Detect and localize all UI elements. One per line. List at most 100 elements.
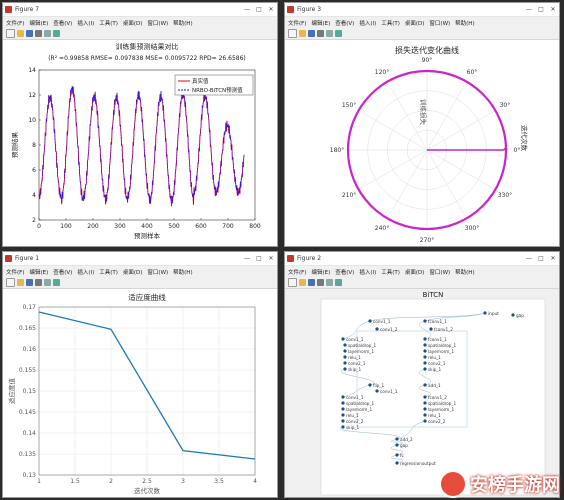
polar-grid-spoke xyxy=(426,110,496,151)
chart-title: 训练集预测结果对比 xyxy=(116,42,179,51)
minimize-button[interactable]: — xyxy=(241,6,253,13)
menu-desktop[interactable]: 桌面(D) xyxy=(123,19,143,27)
minimize-button[interactable]: — xyxy=(523,6,535,13)
insert-legend-icon[interactable] xyxy=(335,279,342,286)
diagram-node-label: spatialdrop_1 xyxy=(346,401,375,406)
menu-desktop[interactable]: 桌面(D) xyxy=(123,268,143,276)
diagram-node xyxy=(341,413,345,417)
y-tick-label: 8 xyxy=(32,142,36,149)
maximize-button[interactable]: □ xyxy=(535,255,547,262)
close-button[interactable]: ✕ xyxy=(547,255,559,262)
x-tick-label: 400 xyxy=(141,223,153,230)
diagram-node xyxy=(341,407,345,411)
minimize-button[interactable]: — xyxy=(241,255,253,262)
save-icon[interactable] xyxy=(26,279,33,286)
menu-file[interactable]: 文件(F) xyxy=(6,268,24,276)
menu-view[interactable]: 查看(V) xyxy=(53,19,72,27)
diagram-node-label: relu_1 xyxy=(428,413,441,418)
insert-legend-icon[interactable] xyxy=(53,30,60,37)
figure-3-toolbar xyxy=(285,28,559,40)
menu-view[interactable]: 查看(V) xyxy=(53,268,72,276)
matlab-icon xyxy=(287,255,294,262)
close-button[interactable]: ✕ xyxy=(547,6,559,13)
minimize-button[interactable]: — xyxy=(523,255,535,262)
menu-tools[interactable]: 工具(T) xyxy=(381,19,400,27)
angle-tick-label: 60° xyxy=(467,69,478,76)
save-icon[interactable] xyxy=(308,30,315,37)
menu-insert[interactable]: 插入(I) xyxy=(359,268,376,276)
menu-view[interactable]: 查看(V) xyxy=(335,19,354,27)
menu-window[interactable]: 窗口(W) xyxy=(429,268,450,276)
close-button[interactable]: ✕ xyxy=(265,255,277,262)
diagram-node-label: layernorm_1 xyxy=(348,349,374,354)
menu-file[interactable]: 文件(F) xyxy=(288,268,306,276)
menu-window[interactable]: 窗口(W) xyxy=(147,19,168,27)
figure-2-toolbar xyxy=(285,277,559,289)
diagram-node-label: relu_1 xyxy=(428,355,441,360)
menu-help[interactable]: 帮助(H) xyxy=(455,19,474,27)
menu-help[interactable]: 帮助(H) xyxy=(455,268,474,276)
link-icon[interactable] xyxy=(44,279,51,286)
new-figure-icon[interactable] xyxy=(288,29,297,38)
maximize-button[interactable]: □ xyxy=(253,255,265,262)
maximize-button[interactable]: □ xyxy=(535,6,547,13)
menu-window[interactable]: 窗口(W) xyxy=(429,19,450,27)
insert-legend-icon[interactable] xyxy=(335,30,342,37)
menu-view[interactable]: 查看(V) xyxy=(335,268,354,276)
menu-insert[interactable]: 插入(I) xyxy=(77,268,94,276)
new-figure-icon[interactable] xyxy=(288,278,297,287)
menu-edit[interactable]: 编辑(E) xyxy=(311,19,330,27)
new-figure-icon[interactable] xyxy=(6,278,15,287)
open-icon[interactable] xyxy=(17,279,24,286)
print-icon[interactable] xyxy=(35,279,42,286)
menu-insert[interactable]: 插入(I) xyxy=(359,19,376,27)
menu-tools[interactable]: 工具(T) xyxy=(99,19,118,27)
y-tick-label: 4 xyxy=(32,192,36,199)
open-icon[interactable] xyxy=(299,30,306,37)
close-button[interactable]: ✕ xyxy=(265,6,277,13)
y-tick-label: 2 xyxy=(32,217,36,224)
diagram-node-label: layernorm_1 xyxy=(346,407,372,412)
menu-insert[interactable]: 插入(I) xyxy=(77,19,94,27)
diagram-node xyxy=(343,343,347,347)
print-icon[interactable] xyxy=(317,30,324,37)
menu-edit[interactable]: 编辑(E) xyxy=(29,19,48,27)
polar-grid-spoke xyxy=(358,110,428,151)
menu-help[interactable]: 帮助(H) xyxy=(173,268,192,276)
figure-7-menubar: 文件(F) 编辑(E) 查看(V) 插入(I) 工具(T) 桌面(D) 窗口(W… xyxy=(3,17,277,28)
link-icon[interactable] xyxy=(326,30,333,37)
menu-tools[interactable]: 工具(T) xyxy=(99,268,118,276)
menu-desktop[interactable]: 桌面(D) xyxy=(405,268,425,276)
menu-tools[interactable]: 工具(T) xyxy=(381,268,400,276)
print-icon[interactable] xyxy=(317,279,324,286)
menu-help[interactable]: 帮助(H) xyxy=(173,19,192,27)
legend-label-predicted: NRBO-BiTCN预测值 xyxy=(192,86,243,94)
link-icon[interactable] xyxy=(326,279,333,286)
maximize-button[interactable]: □ xyxy=(253,6,265,13)
diagram-node xyxy=(368,319,372,323)
menu-edit[interactable]: 编辑(E) xyxy=(311,268,330,276)
open-icon[interactable] xyxy=(17,30,24,37)
diagram-node xyxy=(341,395,345,399)
figure-3-titlebar: Figure 3 — □ ✕ xyxy=(285,3,559,17)
angle-axis-label: 迭代次数 xyxy=(520,125,529,152)
menu-file[interactable]: 文件(F) xyxy=(6,19,24,27)
menu-window[interactable]: 窗口(W) xyxy=(147,268,168,276)
new-figure-icon[interactable] xyxy=(6,29,15,38)
print-icon[interactable] xyxy=(35,30,42,37)
open-icon[interactable] xyxy=(299,279,306,286)
save-icon[interactable] xyxy=(26,30,33,37)
menu-edit[interactable]: 编辑(E) xyxy=(29,268,48,276)
insert-legend-icon[interactable] xyxy=(53,279,60,286)
x-tick-label: 300 xyxy=(114,223,126,230)
link-icon[interactable] xyxy=(44,30,51,37)
diagram-node xyxy=(343,367,347,371)
x-tick-label: 700 xyxy=(222,223,234,230)
matlab-icon xyxy=(5,255,12,262)
menu-file[interactable]: 文件(F) xyxy=(288,19,306,27)
save-icon[interactable] xyxy=(308,279,315,286)
angle-tick-label: 240° xyxy=(375,225,389,232)
diagram-node xyxy=(375,389,379,393)
y-tick-label: 0.145 xyxy=(19,409,36,416)
menu-desktop[interactable]: 桌面(D) xyxy=(405,19,425,27)
